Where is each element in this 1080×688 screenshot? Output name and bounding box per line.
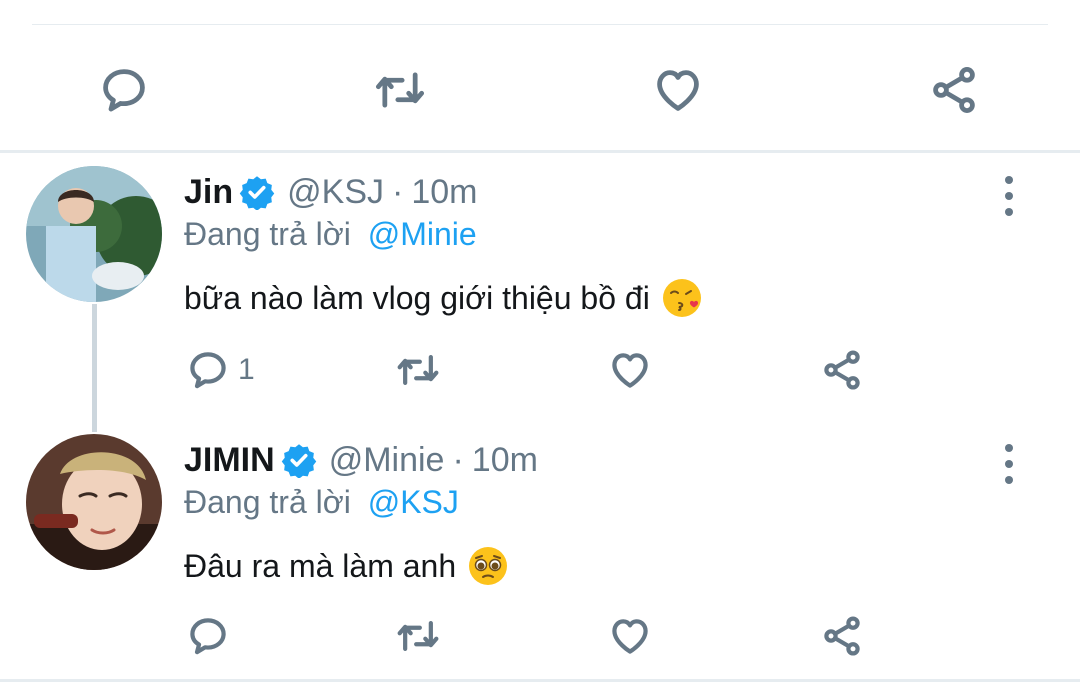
main-share-button[interactable] — [926, 62, 982, 118]
avatar-jimin[interactable] — [26, 434, 162, 570]
user-handle[interactable]: @Minie — [329, 441, 445, 480]
heart-icon — [612, 619, 648, 654]
separator-dot: · — [392, 172, 404, 211]
bottom-divider — [0, 679, 1080, 682]
timestamp[interactable]: 10m — [411, 173, 477, 212]
reply-icon — [103, 69, 145, 112]
reply-icon — [190, 618, 226, 655]
separator-dot: · — [452, 440, 464, 479]
more-dot-icon — [1005, 176, 1013, 184]
replying-to-line: Đang trả lời @KSJ — [184, 484, 459, 521]
more-dot-icon — [1005, 192, 1013, 200]
reply-tweet-jimin[interactable]: JIMIN @Minie · 10m Đang trả lời @KSJ Đâu… — [0, 434, 1080, 674]
replying-to-mention[interactable]: @KSJ — [368, 484, 459, 520]
like-button[interactable] — [608, 606, 652, 666]
pleading-face-emoji-icon — [469, 547, 508, 585]
avatar-image — [26, 166, 162, 302]
retweet-icon — [397, 355, 439, 385]
user-handle[interactable]: @KSJ — [287, 173, 384, 212]
reply-button[interactable]: 1 — [186, 340, 255, 400]
retweet-icon — [375, 72, 425, 108]
reply-icon — [190, 352, 226, 389]
heart-icon — [657, 70, 699, 111]
display-name[interactable]: JIMIN — [184, 441, 275, 480]
replying-to-label: Đang trả lời — [184, 484, 351, 520]
timestamp[interactable]: 10m — [472, 441, 538, 480]
more-dot-icon — [1005, 208, 1013, 216]
tweet-text: bữa nào làm vlog giới thiệu bồ đi — [184, 276, 704, 320]
more-dot-icon — [1005, 460, 1013, 468]
tweet-action-bar: 1 — [0, 340, 1080, 400]
main-tweet-action-bar — [0, 40, 1080, 136]
share-button[interactable] — [820, 340, 864, 400]
replying-to-label: Đang trả lời — [184, 216, 351, 252]
replying-to-line: Đang trả lời @Minie — [184, 216, 477, 253]
tweet-text: Đâu ra mà làm anh — [184, 544, 510, 588]
main-reply-button[interactable] — [96, 62, 152, 118]
like-button[interactable] — [608, 340, 652, 400]
top-divider — [32, 24, 1048, 25]
retweet-icon — [397, 621, 439, 651]
heart-icon — [612, 353, 648, 388]
reply-count: 1 — [238, 353, 255, 386]
tweet-text-content: Đâu ra mà làm anh — [184, 547, 457, 584]
tweet-action-bar — [0, 606, 1080, 666]
tweet-header: JIMIN @Minie · 10m — [184, 434, 538, 486]
avatar-image — [26, 434, 162, 570]
share-icon — [824, 616, 860, 656]
share-icon — [933, 67, 975, 113]
more-options-button[interactable] — [994, 444, 1024, 484]
share-button[interactable] — [820, 606, 864, 666]
tweet-header: Jin @KSJ · 10m — [184, 166, 477, 218]
tweet-text-content: bữa nào làm vlog giới thiệu bồ đi — [184, 279, 650, 316]
face-blowing-kiss-emoji-icon — [662, 279, 701, 317]
main-like-button[interactable] — [650, 62, 706, 118]
share-icon — [824, 350, 860, 390]
avatar-jin[interactable] — [26, 166, 162, 302]
retweet-button[interactable] — [396, 340, 440, 400]
reply-tweet-jin[interactable]: Jin @KSJ · 10m Đang trả lời @Minie bữa n… — [0, 166, 1080, 406]
more-dot-icon — [1005, 476, 1013, 484]
reply-button[interactable] — [186, 606, 238, 666]
replying-to-mention[interactable]: @Minie — [368, 216, 477, 252]
verified-badge-icon — [281, 444, 316, 478]
more-options-button[interactable] — [994, 176, 1024, 216]
section-divider — [0, 150, 1080, 153]
display-name[interactable]: Jin — [184, 173, 233, 212]
verified-badge-icon — [239, 176, 275, 210]
main-retweet-button[interactable] — [372, 62, 428, 118]
retweet-button[interactable] — [396, 606, 440, 666]
more-dot-icon — [1005, 444, 1013, 452]
